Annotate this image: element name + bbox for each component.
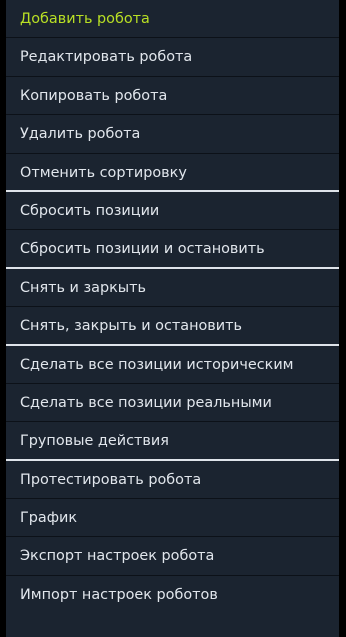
menu-item-delete-robot[interactable]: Удалить робота [6, 115, 339, 154]
menu-item-copy-robot[interactable]: Копировать робота [6, 77, 339, 116]
menu-item-remove-close-and-stop[interactable]: Снять, закрыть и остановить [6, 307, 339, 346]
menu-item-group-actions[interactable]: Груповые действия [6, 422, 339, 461]
menu-item-edit-robot[interactable]: Редактировать робота [6, 38, 339, 77]
menu-item-chart[interactable]: График [6, 499, 339, 538]
menu-item-test-robot[interactable]: Протестировать робота [6, 461, 339, 500]
menu-item-reset-positions-and-stop[interactable]: Сбросить позиции и остановить [6, 230, 339, 269]
menu-item-make-positions-real[interactable]: Сделать все позиции реальными [6, 384, 339, 423]
menu-item-export-robot-settings[interactable]: Экспорт настроек робота [6, 537, 339, 576]
menu-item-add-robot[interactable]: Добавить робота [6, 0, 339, 39]
context-menu: Добавить робота Редактировать робота Коп… [6, 0, 339, 637]
menu-item-import-robot-settings[interactable]: Импорт настроек роботов [6, 576, 339, 614]
menu-item-remove-and-close[interactable]: Снять и заркыть [6, 269, 339, 308]
menu-item-cancel-sorting[interactable]: Отменить сортировку [6, 154, 339, 192]
menu-item-make-positions-historical[interactable]: Сделать все позиции историческим [6, 346, 339, 384]
menu-item-reset-positions[interactable]: Сбросить позиции [6, 192, 339, 231]
